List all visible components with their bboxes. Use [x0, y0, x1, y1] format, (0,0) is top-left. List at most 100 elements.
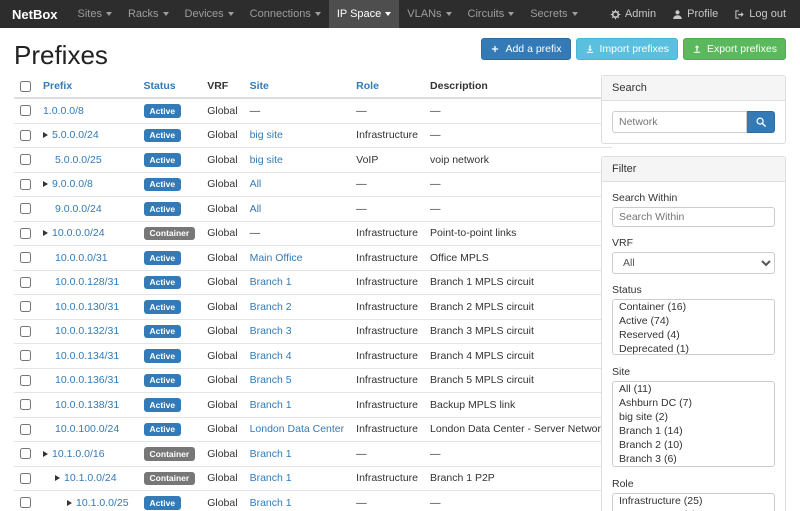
row-checkbox[interactable] [20, 399, 31, 410]
column-header-prefix[interactable]: Prefix [43, 80, 72, 92]
row-checkbox[interactable] [20, 375, 31, 386]
nav-item-label: Connections [250, 8, 311, 20]
site-link[interactable]: All [250, 203, 262, 215]
site-link[interactable]: big site [250, 154, 283, 166]
site-link[interactable]: All [250, 178, 262, 190]
site-link[interactable]: Branch 1 [250, 448, 292, 460]
row-checkbox[interactable] [20, 228, 31, 239]
prefix-link[interactable]: 5.0.0.0/24 [52, 129, 99, 141]
status-badge: Active [144, 104, 182, 118]
site-link[interactable]: big site [250, 129, 283, 141]
row-checkbox[interactable] [20, 179, 31, 190]
nav-item-racks[interactable]: Racks [120, 0, 177, 28]
row-checkbox[interactable] [20, 473, 31, 484]
table-row: 10.0.0.132/31 Active Global Branch 3 Inf… [14, 319, 612, 344]
row-checkbox[interactable] [20, 203, 31, 214]
row-checkbox[interactable] [20, 497, 31, 508]
prefix-link[interactable]: 10.0.0.132/31 [55, 325, 119, 337]
nav-item-ip-space[interactable]: IP Space [329, 0, 399, 28]
prefix-link[interactable]: 10.0.0.0/24 [52, 227, 105, 239]
prefix-link[interactable]: 9.0.0.0/8 [52, 178, 93, 190]
site-link[interactable]: Branch 1 [250, 276, 292, 288]
role-value: Infrastructure [350, 295, 424, 320]
site-link[interactable]: Branch 1 [250, 497, 292, 509]
prefix-link[interactable]: 10.0.0.0/31 [55, 252, 108, 264]
column-header-vrf: VRF [207, 80, 228, 92]
status-filter-select[interactable]: Container (16)Active (74)Reserved (4)Dep… [612, 299, 775, 355]
nav-item-devices[interactable]: Devices [177, 0, 242, 28]
nav-item-circuits[interactable]: Circuits [460, 0, 523, 28]
prefix-link[interactable]: 10.1.0.0/24 [64, 472, 117, 484]
search-button[interactable] [747, 111, 775, 133]
nav-item-vlans[interactable]: VLANs [399, 0, 459, 28]
row-checkbox[interactable] [20, 350, 31, 361]
vrf-select[interactable]: All [612, 252, 775, 274]
table-row: 10.0.0.0/24 Container Global — Infrastru… [14, 221, 612, 246]
select-all-checkbox[interactable] [20, 81, 31, 92]
export-icon [692, 44, 702, 54]
prefix-link[interactable]: 10.0.0.134/31 [55, 350, 119, 362]
export-prefixes-button[interactable]: Export prefixes [683, 38, 786, 60]
description-value: Branch 5 MPLS circuit [424, 368, 612, 393]
vrf-value: Global [201, 197, 243, 222]
site-cell: Branch 3 [244, 319, 351, 344]
prefix-link[interactable]: 9.0.0.0/24 [55, 203, 102, 215]
prefix-link[interactable]: 10.0.0.128/31 [55, 276, 119, 288]
row-checkbox[interactable] [20, 130, 31, 141]
role-value: Infrastructure [350, 466, 424, 491]
site-link[interactable]: Branch 1 [250, 472, 292, 484]
chevron-down-icon [228, 12, 234, 16]
nav-item-admin[interactable]: Admin [602, 0, 664, 28]
nav-item-logout[interactable]: Log out [726, 0, 794, 28]
site-link[interactable]: Branch 3 [250, 325, 292, 337]
row-checkbox[interactable] [20, 448, 31, 459]
description-value: — [424, 197, 612, 222]
add-prefix-button[interactable]: Add a prefix [481, 38, 570, 60]
sidebar: Search Filter [601, 75, 786, 511]
row-checkbox[interactable] [20, 301, 31, 312]
user-icon [672, 9, 683, 20]
prefix-link[interactable]: 10.0.0.138/31 [55, 399, 119, 411]
vrf-value: Global [201, 466, 243, 491]
site-filter-select[interactable]: All (11)Ashburn DC (7)big site (2)Branch… [612, 381, 775, 467]
nav-item-profile[interactable]: Profile [664, 0, 726, 28]
prefix-link[interactable]: 1.0.0.0/8 [43, 105, 84, 117]
column-header-role[interactable]: Role [356, 80, 379, 92]
navbar-items: Sites Racks Devices Connections IP Space… [70, 0, 586, 28]
search-input[interactable] [612, 111, 747, 133]
site-link[interactable]: Branch 4 [250, 350, 292, 362]
row-checkbox[interactable] [20, 424, 31, 435]
site-link[interactable]: Branch 2 [250, 301, 292, 313]
nav-item-label: Secrets [530, 8, 567, 20]
prefix-link[interactable]: 5.0.0.0/25 [55, 154, 102, 166]
nav-item-secrets[interactable]: Secrets [522, 0, 585, 28]
status-badge: Active [144, 202, 182, 216]
import-icon [585, 44, 595, 54]
status-badge: Active [144, 153, 182, 167]
row-checkbox[interactable] [20, 105, 31, 116]
column-header-site[interactable]: Site [250, 80, 269, 92]
prefix-link[interactable]: 10.0.0.136/31 [55, 374, 119, 386]
row-checkbox[interactable] [20, 326, 31, 337]
site-cell: All [244, 172, 351, 197]
nav-item-sites[interactable]: Sites [70, 0, 120, 28]
prefix-link[interactable]: 10.1.0.0/25 [76, 497, 129, 509]
status-badge: Active [144, 129, 182, 143]
vrf-value: Global [201, 98, 243, 123]
role-filter-select[interactable]: Infrastructure (25)Management (8)Private… [612, 493, 775, 511]
import-prefixes-button[interactable]: Import prefixes [576, 38, 678, 60]
nav-item-connections[interactable]: Connections [242, 0, 329, 28]
site-link[interactable]: Branch 5 [250, 374, 292, 386]
site-link[interactable]: Branch 1 [250, 399, 292, 411]
row-checkbox[interactable] [20, 277, 31, 288]
column-header-status[interactable]: Status [144, 80, 176, 92]
site-link[interactable]: Main Office [250, 252, 303, 264]
row-checkbox[interactable] [20, 154, 31, 165]
prefix-link[interactable]: 10.0.0.130/31 [55, 301, 119, 313]
row-checkbox[interactable] [20, 252, 31, 263]
search-within-input[interactable] [612, 207, 775, 227]
site-link[interactable]: London Data Center [250, 423, 345, 435]
prefix-link[interactable]: 10.0.100.0/24 [55, 423, 119, 435]
app-logo[interactable]: NetBox [0, 0, 70, 28]
prefix-link[interactable]: 10.1.0.0/16 [52, 448, 105, 460]
